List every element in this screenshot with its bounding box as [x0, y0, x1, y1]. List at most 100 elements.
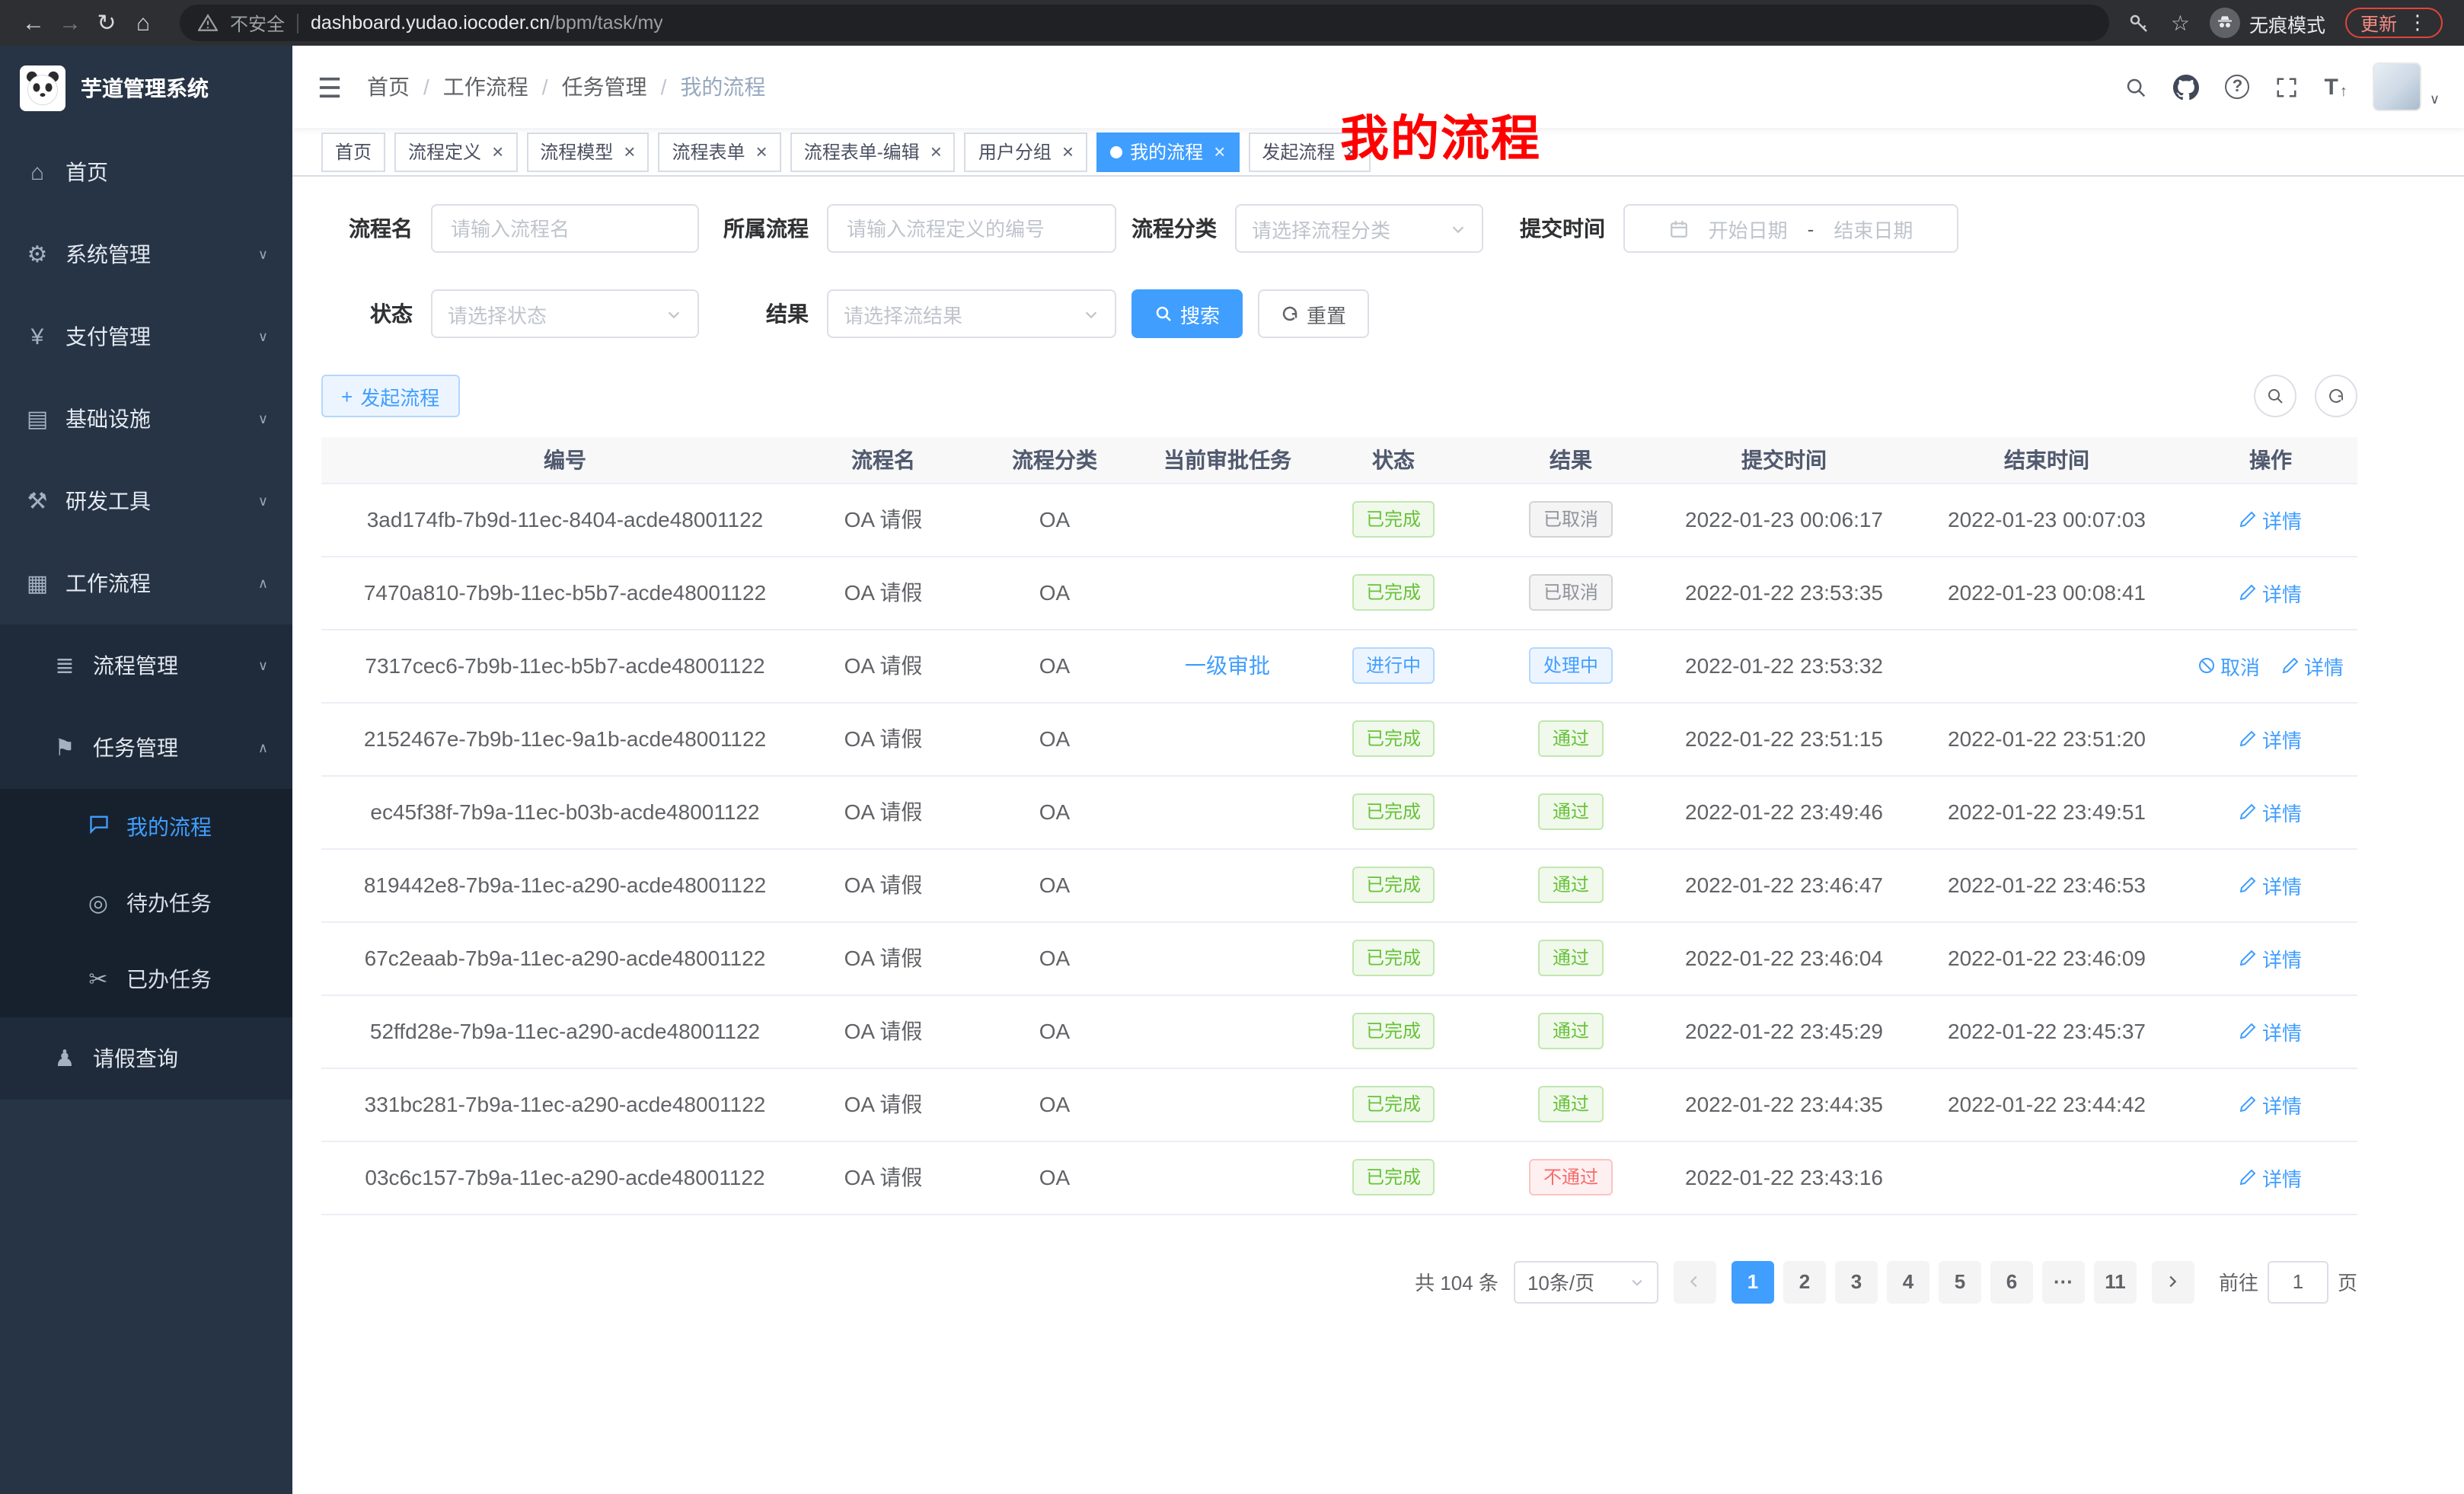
- page-button[interactable]: 6: [1990, 1260, 2033, 1303]
- prev-page-button[interactable]: [1674, 1260, 1716, 1303]
- detail-link[interactable]: 详情: [2239, 1017, 2302, 1045]
- avatar[interactable]: [2373, 62, 2422, 111]
- tab[interactable]: 流程表单-编辑×: [790, 132, 956, 171]
- tab[interactable]: 流程模型×: [526, 132, 649, 171]
- url-path: /bpm/task/my: [550, 12, 663, 34]
- bookmark-star-icon[interactable]: ☆: [2171, 10, 2190, 36]
- screen: ← → ↻ ⌂ 不安全 dashboard.yudao.iocoder.cn/b…: [0, 0, 2464, 1494]
- sidebar-item-dev-tools[interactable]: ⚒ 研发工具 ∨: [0, 460, 292, 542]
- user-menu[interactable]: ∨: [2373, 62, 2440, 111]
- tab-close-icon[interactable]: ×: [930, 140, 942, 163]
- reload-icon[interactable]: ↻: [88, 9, 125, 37]
- detail-link[interactable]: 详情: [2239, 870, 2302, 899]
- end-date-placeholder[interactable]: 结束日期: [1834, 214, 1913, 243]
- tab-close-icon[interactable]: ×: [624, 140, 635, 163]
- page-button[interactable]: 4: [1887, 1260, 1929, 1303]
- sidebar-item-todo-tasks[interactable]: ◎ 待办任务: [0, 865, 292, 941]
- detail-link[interactable]: 详情: [2239, 724, 2302, 753]
- status-tag: 已完成: [1352, 940, 1435, 976]
- sidebar-item-process-mgmt[interactable]: ≣ 流程管理 ∨: [0, 624, 292, 707]
- scissors-icon: ✂: [85, 966, 111, 993]
- breadcrumb-task-mgmt[interactable]: 任务管理: [562, 72, 647, 102]
- search-icon[interactable]: [2124, 75, 2147, 98]
- font-size-icon[interactable]: T↑: [2324, 74, 2347, 100]
- back-icon[interactable]: ←: [15, 10, 52, 36]
- cancel-link[interactable]: 取消: [2197, 651, 2260, 680]
- page-button[interactable]: 3: [1835, 1260, 1878, 1303]
- start-date-placeholder[interactable]: 开始日期: [1709, 214, 1788, 243]
- row-submit-time-cell: 2022-01-22 23:53:32: [1658, 629, 1910, 702]
- toggle-search-button[interactable]: [2254, 375, 2296, 417]
- detail-link[interactable]: 详情: [2239, 943, 2302, 972]
- tab[interactable]: 流程表单×: [658, 132, 780, 171]
- row-name-cell: OA 请假: [809, 994, 958, 1068]
- detail-link[interactable]: 详情: [2239, 1163, 2302, 1192]
- sidebar-item-payment-mgmt[interactable]: ¥ 支付管理 ∨: [0, 295, 292, 378]
- result-tag: 通过: [1539, 793, 1603, 830]
- sidebar-item-done-tasks[interactable]: ✂ 已办任务: [0, 941, 292, 1017]
- start-process-button[interactable]: + 发起流程: [321, 375, 459, 417]
- table-row: ec45f38f-7b9a-11ec-b03b-acde48001122OA 请…: [321, 775, 2357, 848]
- sidebar-item-infrastructure[interactable]: ▤ 基础设施 ∨: [0, 378, 292, 460]
- update-button[interactable]: 更新 ⋮: [2345, 8, 2443, 38]
- tab[interactable]: 发起流程×: [1248, 132, 1371, 171]
- tab-close-icon[interactable]: ×: [1214, 140, 1225, 163]
- tab-active[interactable]: 我的流程×: [1096, 132, 1239, 171]
- breadcrumb-home[interactable]: 首页: [367, 72, 410, 102]
- tab[interactable]: 流程定义×: [394, 132, 517, 171]
- detail-link[interactable]: 详情: [2239, 797, 2302, 826]
- current-task-link[interactable]: 一级审批: [1185, 653, 1270, 678]
- tab-close-icon[interactable]: ×: [1062, 140, 1074, 163]
- password-key-icon[interactable]: [2128, 11, 2151, 34]
- browser-menu-icon[interactable]: ⋮: [2408, 11, 2427, 35]
- fullscreen-icon[interactable]: [2275, 75, 2298, 98]
- home-icon[interactable]: ⌂: [125, 10, 161, 36]
- date-separator: -: [1808, 217, 1814, 240]
- sidebar-item-task-mgmt[interactable]: ⚑ 任务管理 ∧: [0, 707, 292, 789]
- address-bar[interactable]: 不安全 dashboard.yudao.iocoder.cn/bpm/task/…: [180, 5, 2110, 41]
- tab-close-icon[interactable]: ×: [1345, 140, 1357, 163]
- detail-link[interactable]: 详情: [2281, 651, 2344, 680]
- tab[interactable]: 首页: [321, 132, 385, 171]
- tab[interactable]: 用户分组×: [965, 132, 1087, 171]
- sidebar-item-home[interactable]: ⌂ 首页: [0, 131, 292, 213]
- row-id-cell: 67c2eaab-7b9a-11ec-a290-acde48001122: [321, 921, 809, 994]
- detail-link[interactable]: 详情: [2239, 578, 2302, 607]
- goto-page-input[interactable]: [2268, 1260, 2328, 1303]
- search-button[interactable]: 搜索: [1131, 289, 1243, 338]
- table-tools: [2254, 375, 2357, 417]
- reset-button[interactable]: 重置: [1258, 289, 1369, 338]
- category-select[interactable]: 请选择流程分类: [1235, 204, 1483, 253]
- sidebar-item-system-mgmt[interactable]: ⚙ 系统管理 ∨: [0, 213, 292, 295]
- detail-link[interactable]: 详情: [2239, 1090, 2302, 1119]
- tab-close-icon[interactable]: ×: [756, 140, 768, 163]
- status-select[interactable]: 请选择状态: [431, 289, 699, 338]
- page-button[interactable]: 11: [2094, 1260, 2137, 1303]
- sidebar-item-workflow[interactable]: ▦ 工作流程 ∧: [0, 542, 292, 624]
- hamburger-icon[interactable]: [317, 75, 343, 98]
- github-icon[interactable]: [2173, 74, 2199, 100]
- row-name-cell: OA 请假: [809, 702, 958, 775]
- breadcrumb-workflow[interactable]: 工作流程: [443, 72, 528, 102]
- process-name-input[interactable]: [431, 204, 699, 253]
- refresh-table-button[interactable]: [2315, 375, 2357, 417]
- help-icon[interactable]: ?: [2225, 75, 2249, 99]
- result-select[interactable]: 请选择流结果: [827, 289, 1116, 338]
- sidebar-item-leave-query[interactable]: ♟ 请假查询: [0, 1017, 292, 1100]
- next-page-button[interactable]: [2152, 1260, 2194, 1303]
- pager-ellipsis[interactable]: ···: [2042, 1260, 2085, 1303]
- owner-process-input[interactable]: [827, 204, 1116, 253]
- tab-close-icon[interactable]: ×: [492, 140, 503, 163]
- sidebar-item-my-process[interactable]: 我的流程: [0, 789, 292, 865]
- page-button[interactable]: 5: [1939, 1260, 1981, 1303]
- security-label[interactable]: 不安全: [230, 10, 285, 36]
- page-button[interactable]: 2: [1783, 1260, 1826, 1303]
- submit-time-range-picker[interactable]: 开始日期 - 结束日期: [1623, 204, 1958, 253]
- forward-icon[interactable]: →: [52, 10, 88, 36]
- eye-icon: ◎: [85, 889, 111, 917]
- page-size-select[interactable]: 10条/页: [1514, 1260, 1658, 1303]
- detail-link[interactable]: 详情: [2239, 505, 2302, 534]
- row-id-cell: 7317cec6-7b9b-11ec-b5b7-acde48001122: [321, 629, 809, 702]
- app-logo[interactable]: 芋道管理系统: [0, 46, 292, 131]
- page-button[interactable]: 1: [1732, 1260, 1774, 1303]
